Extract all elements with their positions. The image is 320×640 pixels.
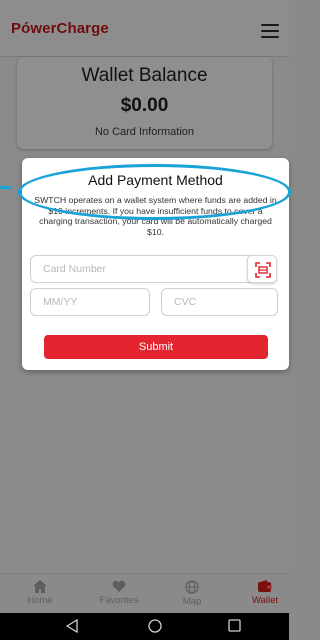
back-triangle-icon[interactable]: [66, 619, 78, 633]
submit-button[interactable]: Submit: [44, 335, 268, 359]
tap-highlight-ring: [18, 164, 291, 220]
card-scan-icon: [255, 262, 271, 278]
wallet-balance-title: Wallet Balance: [81, 65, 208, 86]
home-icon: [33, 580, 47, 593]
nav-wallet[interactable]: Wallet: [235, 580, 295, 606]
card-number-input[interactable]: Card Number: [30, 255, 277, 283]
nav-home-label: Home: [27, 595, 53, 606]
nav-wallet-label: Wallet: [251, 595, 279, 606]
nav-map-label: Map: [182, 596, 202, 607]
powercharge-logo: PówerCharge: [11, 20, 109, 37]
logo-suffix: werCharge: [30, 20, 109, 37]
nav-home[interactable]: Home: [10, 580, 70, 606]
home-circle-icon[interactable]: [148, 619, 162, 633]
tap-highlight-pointer: [0, 186, 12, 189]
card-status-text: No Card Information: [94, 126, 195, 138]
heart-icon: [112, 580, 126, 592]
wallet-balance-amount: $0.00: [120, 95, 169, 116]
nav-favorites[interactable]: Favorites: [89, 580, 149, 606]
expiry-input[interactable]: MM/YY: [30, 288, 150, 316]
recents-square-icon[interactable]: [228, 619, 241, 632]
logo-bolt: ó: [21, 20, 31, 37]
logo-prefix: P: [11, 20, 22, 37]
cvc-input[interactable]: CVC: [161, 288, 278, 316]
card-scan-button[interactable]: [247, 255, 277, 283]
wallet-screen: PówerCharge Wallet Balance $0.00 No Card…: [0, 0, 291, 640]
wallet-icon: [258, 580, 272, 592]
android-system-nav: [0, 613, 289, 640]
app-header: PówerCharge: [0, 0, 289, 57]
nav-favorites-label: Favorites: [99, 595, 139, 606]
globe-icon: [185, 580, 199, 594]
bottom-nav: Home Favorites Map Wallet: [0, 573, 289, 613]
nav-map[interactable]: Map: [162, 580, 222, 607]
hamburger-icon[interactable]: [261, 24, 279, 38]
wallet-balance-card: Wallet Balance $0.00 No Card Information: [17, 57, 272, 149]
